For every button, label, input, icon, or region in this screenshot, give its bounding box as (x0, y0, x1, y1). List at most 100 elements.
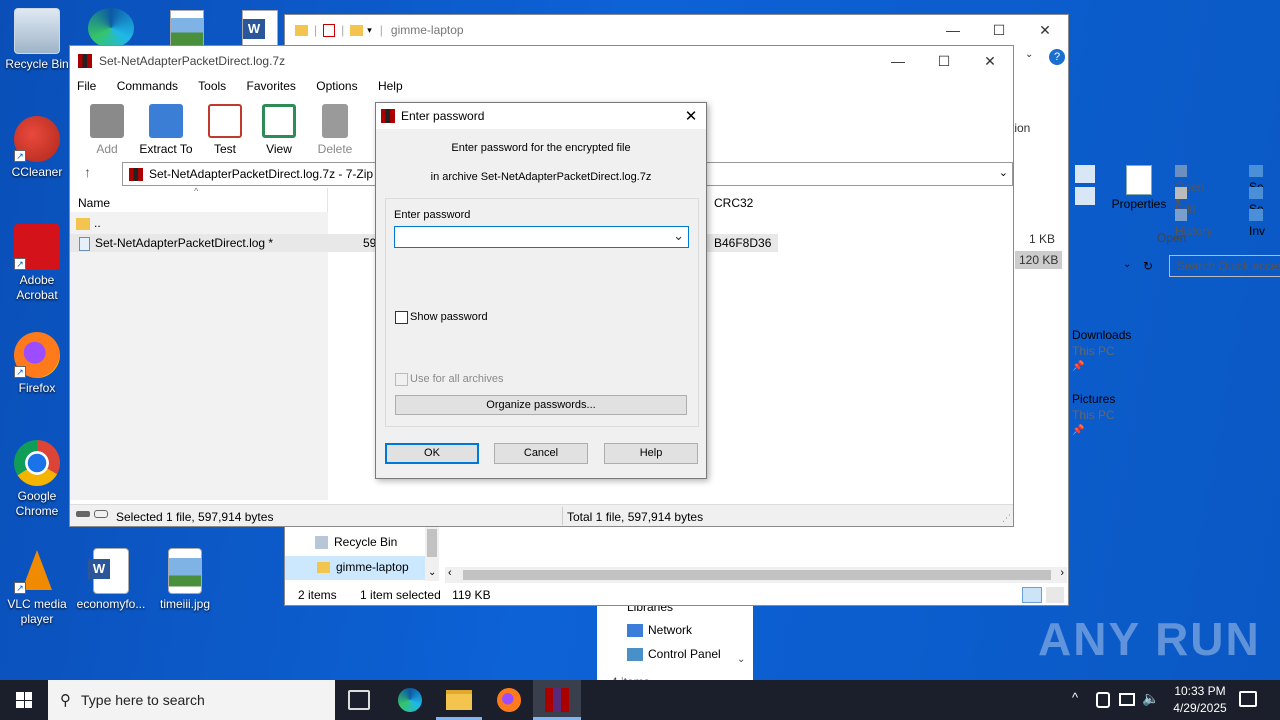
explorer-titlebar[interactable]: | | ▾ | gimme-laptop — ☐ ✕ (285, 15, 1068, 45)
new-folder-icon[interactable] (350, 24, 364, 36)
show-password-label[interactable]: Show password (410, 311, 488, 323)
desktop-icon-ccleaner[interactable]: ↗ CCleaner (0, 116, 74, 180)
scroll-down-arrow[interactable]: ⌄ (737, 654, 745, 665)
extract-to-button[interactable]: Extract To (136, 104, 196, 156)
clock-time[interactable]: 10:33 PM (1160, 684, 1240, 698)
column-header-name[interactable]: Name (78, 196, 110, 210)
taskbar-explorer-icon[interactable] (446, 690, 472, 710)
desktop-icon-adobe-acrobat[interactable]: ↗ Adobe Acrobat (0, 224, 74, 303)
menu-options[interactable]: Options (316, 79, 357, 93)
maximize-button[interactable]: ☐ (976, 15, 1022, 45)
status-selected: Selected 1 file, 597,914 bytes (116, 510, 274, 524)
start-button[interactable] (0, 680, 48, 720)
cancel-button[interactable]: Cancel (494, 443, 588, 464)
word-desktop-icon[interactable]: W (242, 10, 278, 48)
desktop-icon-word-doc[interactable]: W economyfo... (74, 548, 148, 612)
minimize-button[interactable]: — (875, 46, 921, 76)
nav-item-network[interactable]: Network (627, 623, 692, 638)
scroll-thumb[interactable] (463, 570, 1051, 580)
properties-button[interactable]: Properties (1111, 165, 1167, 211)
password-input[interactable]: ⌄ (394, 226, 689, 248)
network-tray-icon[interactable] (1119, 693, 1135, 706)
path-dropdown-icon[interactable]: ⌄ (999, 166, 1008, 179)
select-icon (1249, 209, 1263, 221)
close-button[interactable]: ✕ (967, 46, 1013, 76)
taskbar-edge-icon[interactable] (398, 688, 422, 712)
menu-favorites[interactable]: Favorites (247, 79, 296, 93)
add-archive-icon (90, 104, 124, 138)
minimize-button[interactable]: — (930, 15, 976, 45)
column-header-crc32[interactable]: CRC32 (714, 196, 753, 210)
status-divider (562, 507, 563, 525)
desktop-icon-image[interactable]: timeiii.jpg (148, 548, 222, 612)
password-history-dropdown-icon[interactable]: ⌄ (673, 228, 684, 244)
watermark: ANY RUN (1038, 613, 1261, 665)
edge-desktop-icon[interactable] (88, 8, 134, 48)
tray-security-icon[interactable] (1096, 692, 1110, 708)
image-desktop-icon[interactable] (170, 10, 204, 48)
dialog-close-button[interactable]: ✕ (676, 107, 706, 125)
ribbon-copy-path-icon[interactable] (1075, 187, 1095, 205)
taskbar-7zip-button[interactable] (533, 680, 581, 720)
view-button[interactable]: View (249, 104, 309, 156)
sevenzip-titlebar[interactable]: Set-NetAdapterPacketDirect.log.7z — ☐ ✕ (70, 46, 1013, 76)
use-for-all-archives-checkbox (395, 373, 408, 386)
show-hidden-icons-button[interactable]: ^ (1072, 690, 1078, 705)
quick-access-item[interactable]: Downloads This PC 📌 (1072, 327, 1131, 375)
nav-item-gimme-laptop[interactable]: gimme-laptop (285, 556, 425, 580)
menu-tools[interactable]: Tools (198, 79, 226, 93)
desktop-icon-firefox[interactable]: ↗ Firefox (0, 332, 74, 396)
dialog-titlebar[interactable]: Enter password ✕ (376, 103, 706, 129)
horizontal-scrollbar[interactable]: ‹ › (445, 567, 1067, 583)
add-button[interactable]: Add (77, 104, 137, 156)
search-input[interactable]: Search Quick access (1169, 255, 1280, 277)
taskbar-search-box[interactable]: ⚲ Type here to search (48, 680, 335, 720)
test-button[interactable]: Test (195, 104, 255, 156)
customize-dropdown-icon[interactable]: ▾ (367, 25, 372, 36)
refresh-button[interactable]: ↻ (1137, 255, 1159, 277)
desktop-icon-label: Firefox (18, 381, 56, 395)
task-view-button[interactable] (348, 690, 370, 710)
up-folder-button[interactable]: ↑ (84, 164, 91, 180)
desktop-icon-google-chrome[interactable]: Google Chrome (0, 440, 74, 519)
password-dialog[interactable]: Enter password ✕ Enter password for the … (375, 102, 707, 479)
notifications-icon[interactable] (1239, 691, 1257, 707)
desktop-icon-vlc[interactable]: ↗ VLC media player (0, 548, 74, 627)
help-icon[interactable]: ? (1049, 49, 1065, 65)
menu-commands[interactable]: Commands (117, 79, 178, 93)
ok-button[interactable]: OK (385, 443, 479, 464)
nav-scroll-down-icon[interactable]: ⌄ (428, 567, 436, 578)
table-row[interactable]: .. (76, 216, 326, 234)
folder-small-icon (317, 562, 330, 574)
close-button[interactable]: ✕ (1022, 15, 1068, 45)
scroll-right-icon[interactable]: › (1060, 567, 1064, 579)
menu-help[interactable]: Help (378, 79, 403, 93)
quick-access-item[interactable]: Pictures This PC 📌 (1072, 391, 1115, 439)
toolbar-label: Add (96, 142, 118, 156)
clock-date[interactable]: 4/29/2025 (1160, 701, 1240, 715)
scroll-left-icon[interactable]: ‹ (448, 567, 452, 579)
taskbar-firefox-icon[interactable] (497, 688, 521, 712)
item-location: This PC (1072, 344, 1115, 358)
large-icons-view-icon[interactable] (1046, 587, 1064, 603)
menu-file[interactable]: File (77, 79, 96, 93)
address-dropdown-icon[interactable]: ⌄ (1123, 259, 1131, 270)
path-text: Set-NetAdapterPacketDirect.log.7z - 7-Zi… (149, 167, 384, 181)
ribbon-pin-icon[interactable] (1075, 165, 1095, 183)
properties-quick-icon[interactable] (323, 23, 336, 37)
organize-passwords-button[interactable]: Organize passwords... (395, 395, 687, 415)
desktop-icon-recycle-bin[interactable]: Recycle Bin (0, 8, 74, 72)
details-view-icon[interactable] (1022, 587, 1042, 603)
nav-item-recycle-bin[interactable]: Recycle Bin (315, 535, 397, 550)
ribbon-invert-selection[interactable]: Inv (1249, 209, 1267, 238)
sevenzip-toolbar: Add Extract To Test View Delete (76, 104, 376, 156)
nav-item-control-panel[interactable]: Control Panel (627, 647, 721, 662)
volume-tray-icon[interactable]: 🔈 (1142, 690, 1159, 707)
delete-button[interactable]: Delete (305, 104, 365, 156)
show-password-checkbox[interactable] (395, 311, 408, 324)
resize-grip-icon[interactable]: ⋰ (1002, 513, 1011, 524)
ribbon-expand-icon[interactable]: ⌄ (1025, 49, 1033, 60)
chrome-icon (14, 440, 60, 486)
help-button[interactable]: Help (604, 443, 698, 464)
maximize-button[interactable]: ☐ (921, 46, 967, 76)
